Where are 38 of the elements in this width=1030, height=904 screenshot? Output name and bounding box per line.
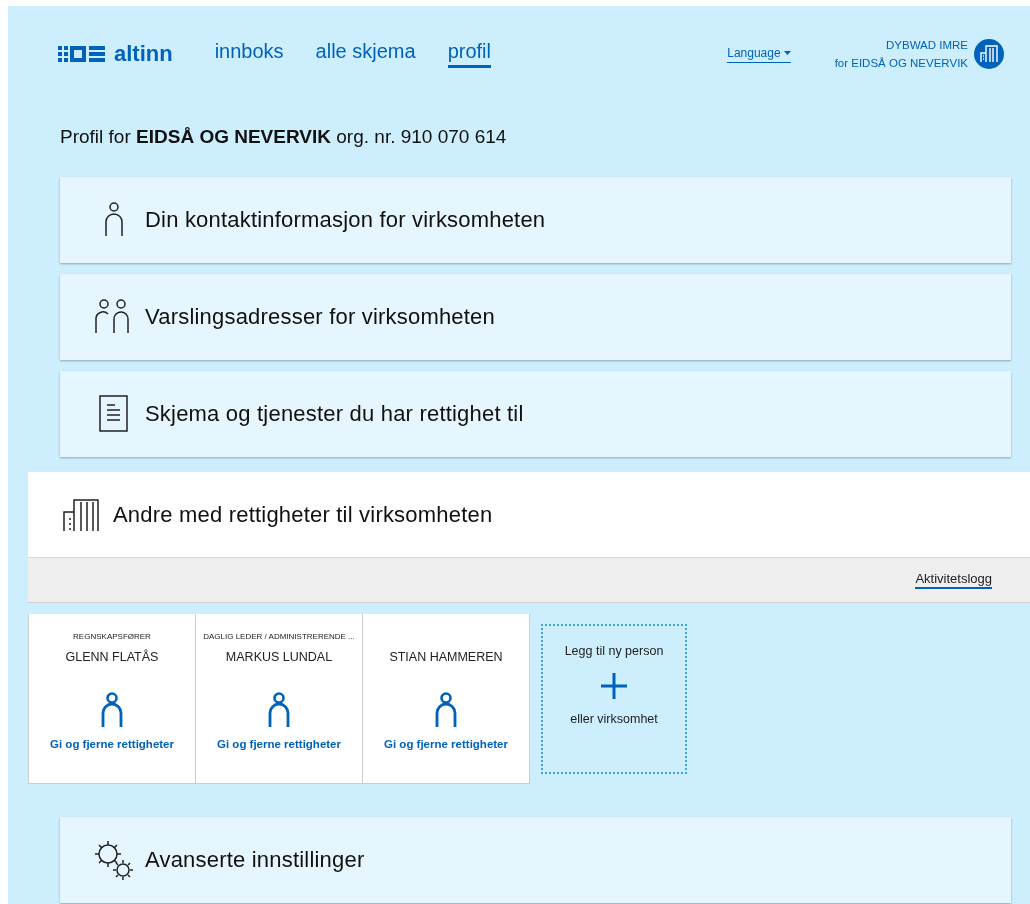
person-icon — [102, 202, 125, 238]
language-menu[interactable]: Language — [727, 45, 791, 63]
section-title: Varslingsadresser for virksomheten — [145, 304, 495, 330]
section-title: Skjema og tjenester du har rettighet til — [145, 401, 524, 427]
person-icon — [434, 692, 458, 728]
section-card[interactable]: Andre med rettigheter til virksomheten — [28, 472, 1030, 558]
caret-icon — [783, 50, 791, 55]
nav-tab[interactable]: innboks — [214, 40, 284, 68]
manage-rights-link[interactable]: Gi og fjerne rettigheter — [50, 738, 174, 750]
section-title: Din kontaktinformasjon for virksomheten — [145, 207, 546, 233]
section-card[interactable]: Din kontaktinformasjon for virksomheten — [60, 177, 1011, 263]
add-person-button[interactable]: Legg til ny person eller virksomhet — [541, 624, 687, 774]
person-name: GLENN FLATÅS — [65, 650, 159, 664]
building-avatar-icon[interactable] — [974, 39, 1004, 69]
section-card[interactable]: Skjema og tjenester du har rettighet til — [60, 371, 1011, 457]
section-title: Avanserte innstillinger — [145, 847, 365, 873]
building-icon — [62, 496, 101, 533]
person-role: DAGLIG LEDER / ADMINISTRERENDE ... — [203, 632, 355, 643]
logo-text: altinn — [114, 41, 173, 67]
activity-log-link[interactable]: Aktivitetslogg — [915, 571, 992, 589]
document-icon — [98, 395, 129, 433]
user-name: DYBWAD IMRE — [885, 38, 968, 53]
person-name: MARKUS LUNDAL — [225, 650, 333, 664]
person-icon — [100, 692, 124, 728]
profile-heading: Profil for EIDSÅ OG NEVERVIK org. nr. 910 070 614 — [60, 126, 508, 148]
section-card[interactable]: Avanserte innstillinger — [60, 817, 1011, 903]
manage-rights-link[interactable]: Gi og fjerne rettigheter — [384, 738, 508, 750]
manage-rights-link[interactable]: Gi og fjerne rettigheter — [217, 738, 341, 750]
person-name: STIAN HAMMEREN — [389, 650, 503, 664]
logo-icon — [58, 45, 106, 63]
plus-icon — [600, 672, 628, 700]
nav-tab[interactable]: alle skjema — [315, 40, 416, 68]
person-icon — [267, 692, 291, 728]
person-role: REGNSKAPSFØRER — [73, 632, 151, 643]
section-card[interactable]: Varslingsadresser for virksomheten — [60, 274, 1011, 360]
nav-tab[interactable]: profil — [447, 40, 491, 68]
section-title: Andre med rettigheter til virksomheten — [113, 501, 493, 528]
user-organization: for EIDSÅ OG NEVERVIK — [834, 56, 968, 71]
